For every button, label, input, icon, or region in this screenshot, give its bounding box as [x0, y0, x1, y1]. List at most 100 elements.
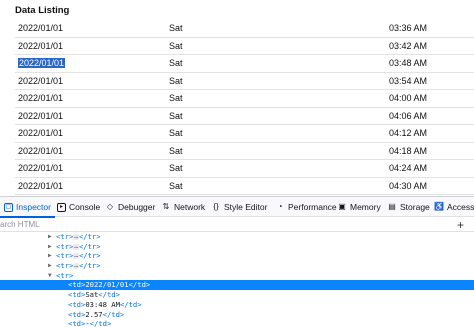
close-tag: </td> — [98, 290, 120, 300]
network-icon: ⇅ — [162, 202, 170, 211]
time-cell-text: 03:54 AM — [389, 75, 428, 86]
day-cell: Sat — [169, 111, 183, 121]
date-cell-text: 2022/01/01 — [18, 145, 64, 156]
day-cell-text: Sat — [169, 180, 183, 191]
open-tag: <td> — [68, 299, 86, 309]
console-icon: ▸ — [57, 202, 66, 212]
html-search-bar[interactable]: arch HTML + — [0, 218, 474, 232]
markup-node[interactable]: <td>2.57</td> — [0, 310, 474, 320]
date-cell-text: 2022/01/01 — [18, 180, 64, 191]
tab-label: Console — [69, 202, 101, 212]
time-cell-text: 04:30 AM — [389, 180, 428, 191]
table-row: 2022/01/01 Sat 04:12 AM — [15, 125, 474, 143]
close-tag: </tr> — [78, 241, 101, 251]
date-cell: 2022/01/01 — [18, 128, 63, 138]
tab-inspector[interactable]: ▢ Inspector — [0, 197, 55, 218]
close-tag: </td> — [89, 319, 112, 328]
day-cell-text: Sat — [169, 128, 183, 138]
open-tag: <td> — [68, 280, 86, 290]
table-row: 2022/01/01 Sat 03:48 AM — [15, 55, 474, 73]
table-row: 2022/01/01 Sat 04:18 AM — [15, 143, 474, 160]
table-row: 2022/01/01 Sat 04:00 AM — [15, 90, 474, 108]
markup-node[interactable]: ▶ <tr>…</tr> — [0, 242, 474, 252]
add-node-icon[interactable]: + — [457, 218, 464, 232]
collapse-arrow-icon[interactable]: ▶ — [48, 251, 52, 261]
date-cell: 2022/01/01 — [18, 181, 63, 191]
markup-node[interactable]: <td>-</td> — [0, 319, 474, 328]
date-cell: 2022/01/01 — [18, 23, 63, 33]
time-cell-text: 03:36 AM — [389, 23, 428, 33]
close-tag: </td> — [128, 280, 151, 290]
time-cell-text: 04:06 AM — [389, 110, 428, 121]
table-row: 2022/01/01 Sat 03:54 AM — [15, 73, 474, 90]
data-table: 2022/01/01 Sat 03:36 AM 2022/01/01 Sat 03:42 … — [15, 20, 474, 195]
close-tag: </tr> — [78, 251, 101, 261]
date-cell: 2022/01/01 — [18, 76, 63, 86]
date-cell-text: 2022/01/01 — [18, 93, 64, 103]
day-cell-text: Sat — [169, 58, 183, 68]
tab-label: Inspector — [16, 202, 51, 212]
time-cell: 03:48 AM — [389, 58, 427, 68]
collapse-arrow-icon[interactable]: ▶ — [48, 261, 52, 271]
time-cell: 04:00 AM — [389, 93, 427, 103]
close-tag: </tr> — [78, 232, 101, 241]
open-tag: <tr> — [56, 241, 74, 251]
markup-node[interactable]: <td>2022/01/01</td> — [0, 280, 474, 291]
tab-storage[interactable]: ▤ Storage — [387, 197, 430, 217]
collapse-arrow-icon[interactable]: ▶ — [48, 242, 52, 252]
style-editor-icon: {} — [213, 202, 219, 211]
memory-icon: ▣ — [338, 202, 346, 211]
date-cell: 2022/01/01 — [18, 111, 63, 121]
markup-node[interactable]: ▶ <tr>…</tr> — [0, 232, 474, 242]
tab-label: Debugger — [118, 202, 156, 212]
web-page: Data Listing 2022/01/01 Sat 03:36 AM 2022/0… — [0, 0, 474, 196]
time-cell-text: 03:42 AM — [389, 40, 428, 51]
tab-label: Style Editor — [224, 202, 268, 212]
markup-node[interactable]: <td>03:48 AM</td> — [0, 300, 474, 310]
tab-memory[interactable]: ▣ Memory — [337, 197, 381, 217]
time-cell: 03:36 AM — [389, 23, 427, 33]
day-cell-text: Sat — [169, 40, 183, 51]
search-html-input[interactable]: arch HTML — [0, 220, 40, 229]
time-cell: 04:24 AM — [389, 163, 427, 173]
tab-accessibili[interactable]: ♿Accessibili — [434, 197, 474, 217]
page-title: Data Listing — [15, 5, 70, 16]
day-cell: Sat — [169, 163, 183, 173]
collapse-arrow-icon[interactable]: ▶ — [48, 232, 52, 242]
markup-tree: ▶ <tr>…</tr> ▶ <tr>…</tr> ▶ <tr>…</tr> ▶ <tr>…<… — [0, 232, 474, 328]
tab-style-editor[interactable]: {} Style Editor — [211, 197, 267, 217]
close-tag: </td> — [102, 309, 125, 319]
inspector-icon: ▢ — [4, 202, 13, 212]
day-cell: Sat — [169, 41, 183, 51]
table-row: 2022/01/01 Sat 04:24 AM — [15, 160, 474, 178]
table-row: 2022/01/01 Sat 04:30 AM — [15, 178, 474, 195]
tab-label: Memory — [350, 202, 381, 212]
day-cell: Sat — [169, 58, 183, 68]
performance-icon: ◔ — [277, 202, 283, 211]
date-cell-text: 2022/01/01 — [18, 58, 66, 68]
date-cell: 2022/01/01 — [18, 163, 63, 173]
devtools-panel: ▢ Inspector ▸ Console ◇ Debugger ⇅ Network{} Sty… — [0, 196, 474, 328]
date-cell-text: 2022/01/01 — [18, 23, 64, 33]
tab-label: Accessibili — [447, 202, 474, 212]
tab-performance[interactable]: ◔ Performance — [275, 197, 337, 217]
markup-node[interactable]: ▶ <tr>…</tr> — [0, 261, 474, 271]
expand-arrow-icon[interactable]: ▼ — [48, 271, 52, 281]
day-cell-text: Sat — [169, 145, 183, 156]
debugger-icon: ◇ — [106, 202, 114, 211]
date-cell-text: 2022/01/01 — [18, 40, 64, 51]
node-text: Sat — [85, 290, 99, 300]
markup-node[interactable]: <td>Sat</td> — [0, 290, 474, 300]
close-tag: </td> — [119, 299, 142, 309]
tab-network[interactable]: ⇅ Network — [161, 197, 206, 217]
open-tag: <tr> — [56, 261, 74, 271]
markup-node[interactable]: ▼ <tr> — [0, 271, 474, 281]
tab-label: Network — [174, 202, 206, 212]
accessibility-icon: ♿ — [434, 202, 444, 211]
markup-node[interactable]: ▶ <tr>…</tr> — [0, 251, 474, 261]
time-cell-text: 04:24 AM — [389, 163, 428, 173]
tab-debugger[interactable]: ◇ Debugger — [105, 197, 155, 217]
tab-console[interactable]: ▸ Console — [57, 197, 100, 217]
time-cell: 04:06 AM — [389, 111, 427, 121]
time-cell: 03:54 AM — [389, 76, 427, 86]
